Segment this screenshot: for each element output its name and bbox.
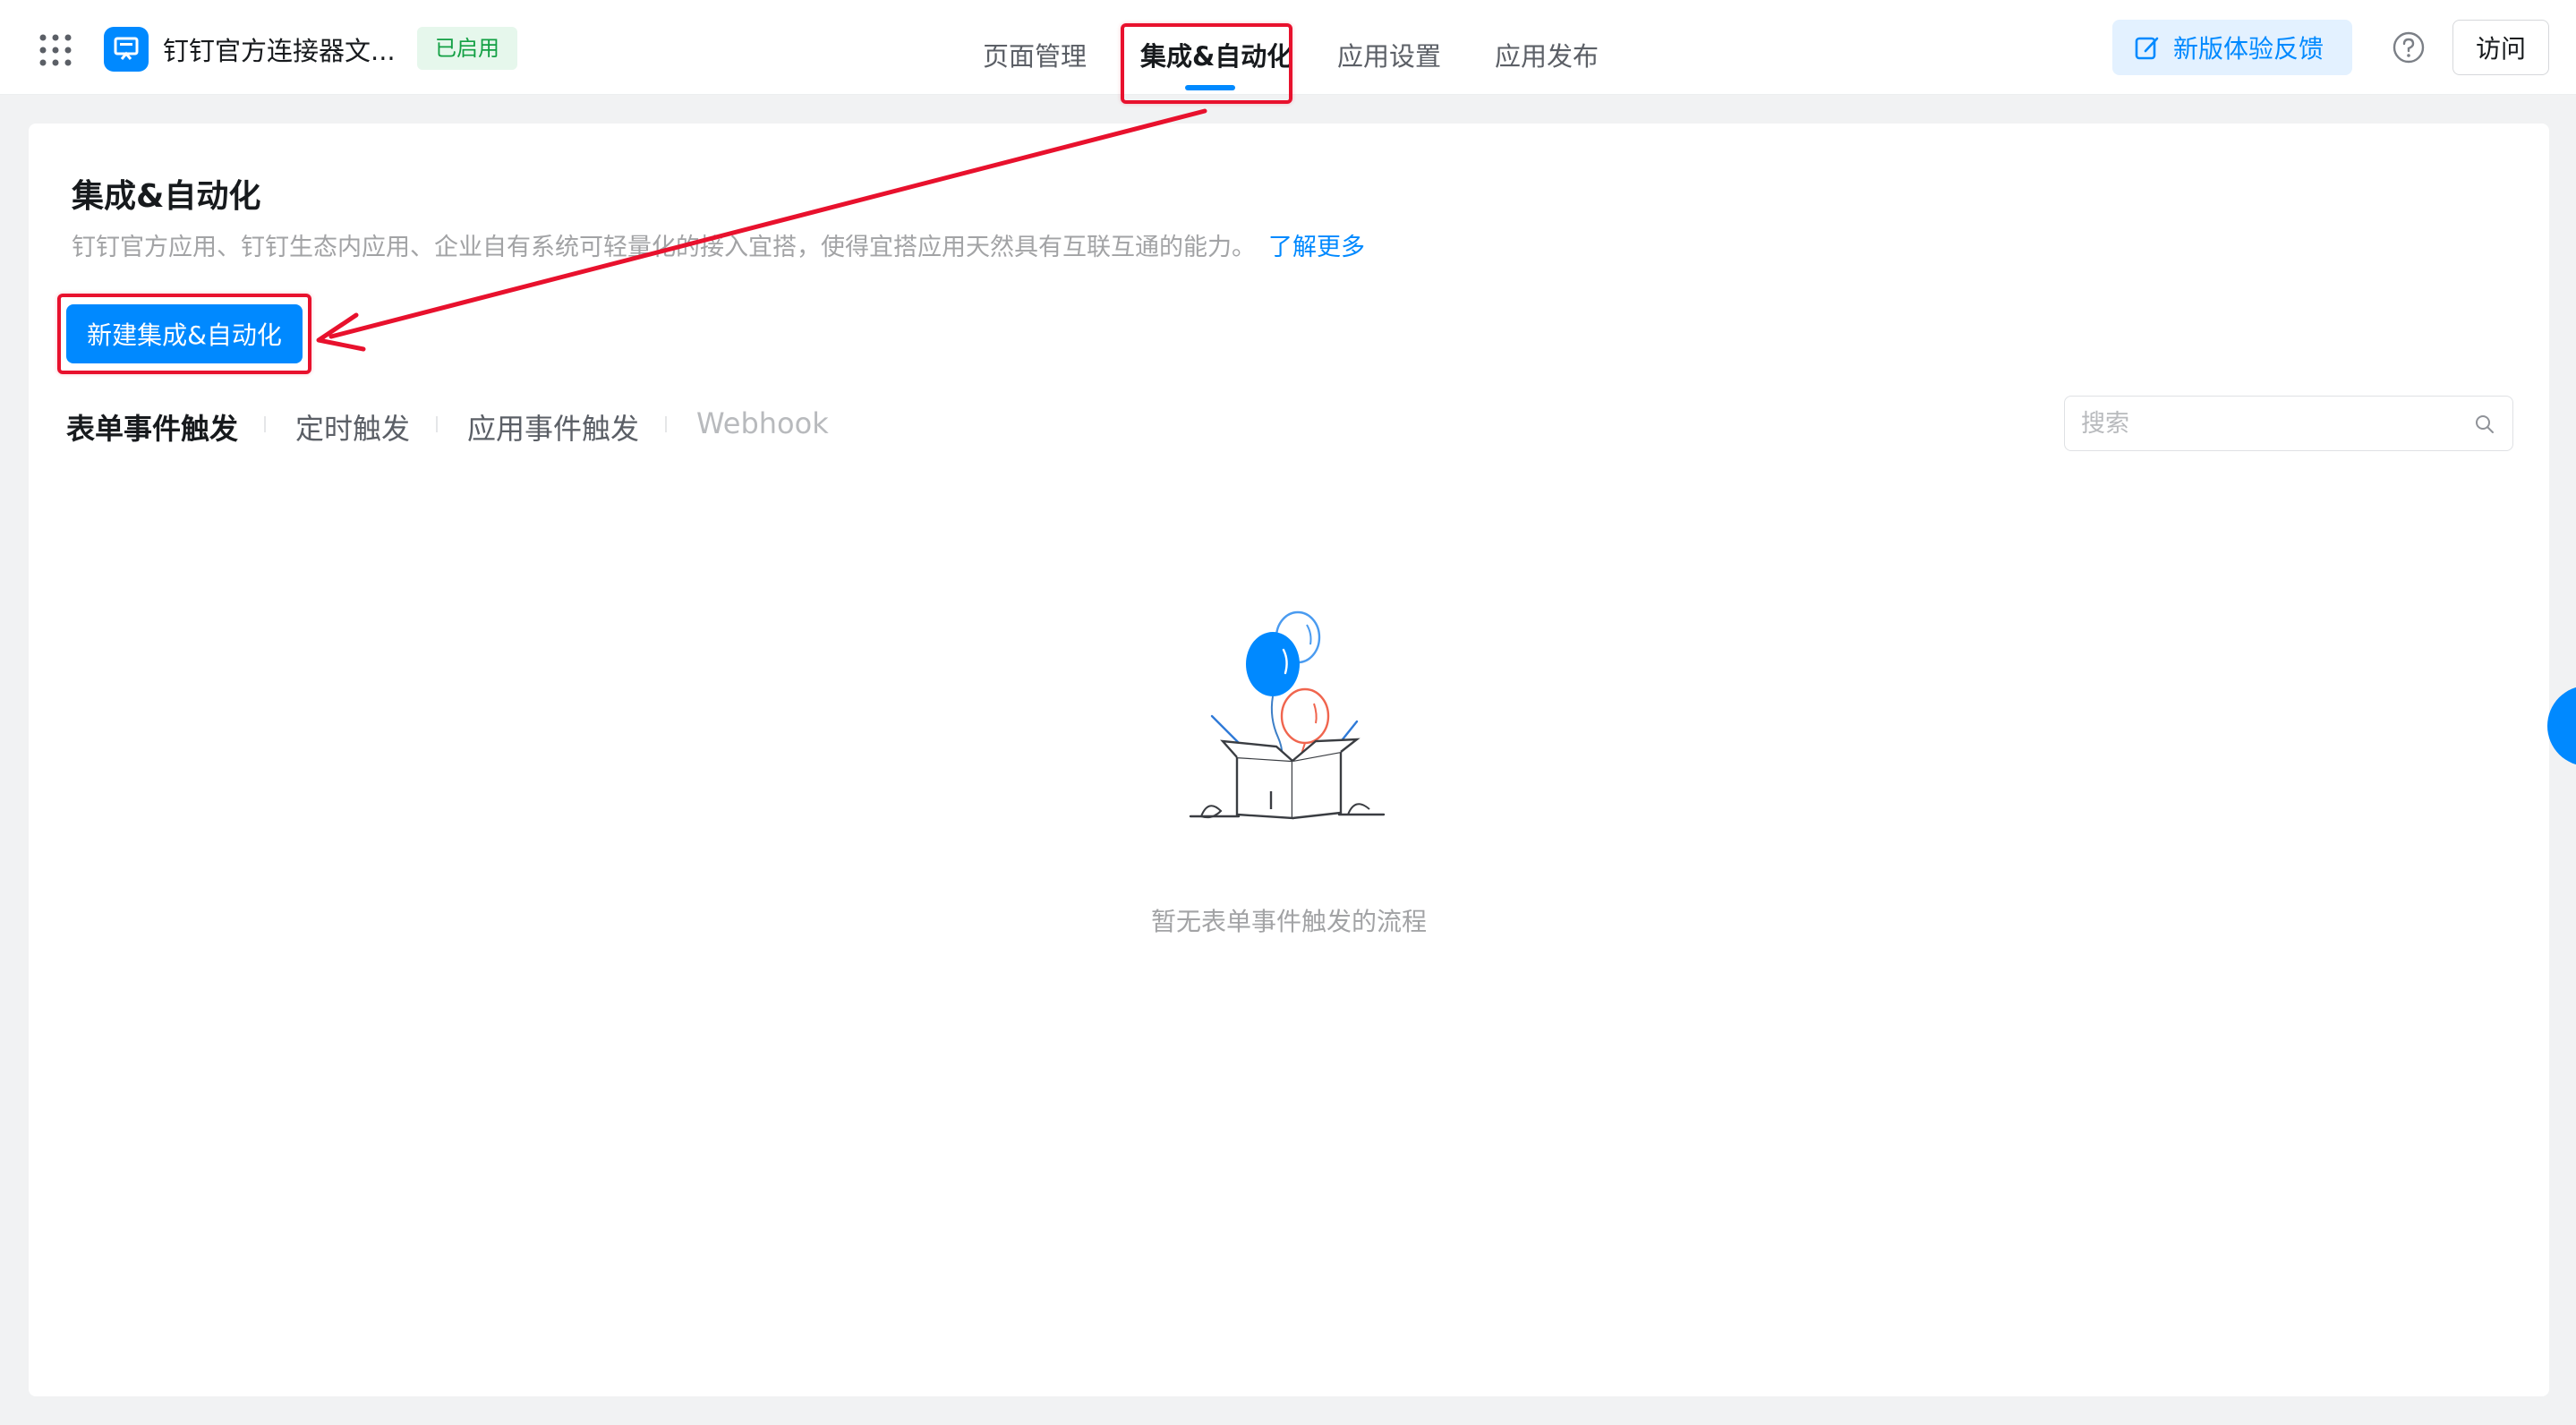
active-tab-indicator	[1185, 85, 1235, 90]
subtab-scheduled-trigger[interactable]: 定时触发	[295, 406, 410, 448]
edit-icon	[2135, 37, 2159, 60]
page-title: 集成&自动化	[72, 178, 261, 215]
page-description: 钉钉官方应用、钉钉生态内应用、企业自有系统可轻量化的接入宜搭，使得宜搭应用天然具…	[72, 227, 1365, 262]
app-name[interactable]: 钉钉官方连接器文...	[163, 30, 396, 68]
grid-menu-icon[interactable]	[38, 32, 73, 68]
tab-app-settings[interactable]: 应用设置	[1337, 36, 1441, 73]
monitor-icon	[114, 37, 139, 60]
description-text: 钉钉官方应用、钉钉生态内应用、企业自有系统可轻量化的接入宜搭，使得宜搭应用天然具…	[72, 234, 1256, 261]
subtab-form-event-trigger[interactable]: 表单事件触发	[66, 406, 238, 448]
search-input[interactable]	[2081, 397, 2457, 450]
feedback-button[interactable]: 新版体验反馈	[2112, 20, 2352, 75]
tab-integration-automation[interactable]: 集成&自动化	[1140, 36, 1292, 73]
help-icon[interactable]	[2392, 30, 2426, 64]
subtab-webhook[interactable]: Webhook	[696, 406, 829, 440]
app-logo-icon	[104, 27, 149, 72]
top-bar: 钉钉官方连接器文... 已启用 页面管理 集成&自动化 应用设置 应用发布 新版…	[0, 0, 2576, 95]
learn-more-link[interactable]: 了解更多	[1268, 234, 1365, 261]
visit-button[interactable]: 访问	[2452, 20, 2549, 75]
subtab-app-event-trigger[interactable]: 应用事件触发	[467, 406, 639, 448]
tab-app-publish[interactable]: 应用发布	[1495, 36, 1599, 73]
tab-page-management[interactable]: 页面管理	[983, 36, 1087, 73]
empty-box-illustration	[1189, 610, 1386, 820]
search-box	[2064, 396, 2513, 451]
floating-assistant-button[interactable]	[2547, 686, 2576, 766]
create-integration-button[interactable]: 新建集成&自动化	[66, 304, 303, 363]
status-badge: 已启用	[417, 27, 517, 70]
subtab-divider	[665, 416, 667, 432]
empty-state-text: 暂无表单事件触发的流程	[1150, 907, 1427, 936]
feedback-label: 新版体验反馈	[2173, 34, 2324, 64]
subtab-divider	[436, 416, 438, 432]
subtab-divider	[264, 416, 266, 432]
search-icon[interactable]	[2474, 414, 2495, 435]
